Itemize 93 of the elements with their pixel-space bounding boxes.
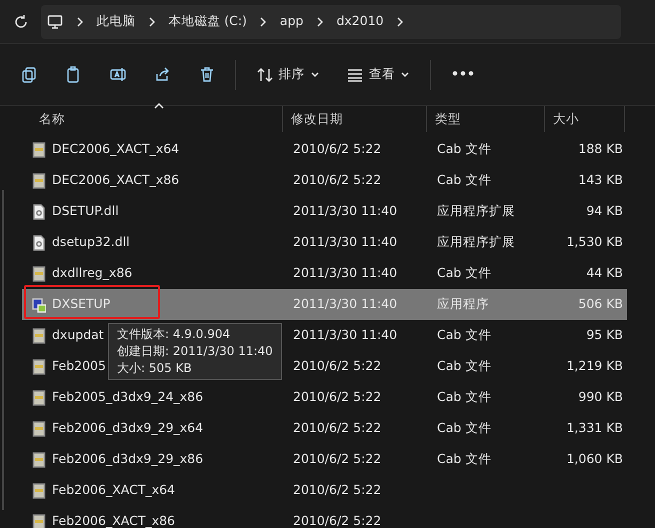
breadcrumb-item[interactable]: dx2010 [336,12,384,31]
modified-date: 2010/6/2 5:22 [292,450,382,468]
caret-icon [310,72,318,78]
file-type: Cab 文件 [436,326,492,344]
column-header[interactable]: 类型 [426,106,545,132]
chevron-icon [76,16,84,28]
file-type: Cab 文件 [436,171,492,190]
file-name[interactable]: dxupdat [52,326,104,345]
cab-file-icon [32,514,46,528]
cab-file-icon [32,482,46,498]
file-size: 94 KB [585,202,623,220]
cab-file-icon [32,390,46,406]
tooltip-line: 创建日期: 2011/3/30 11:40 [117,343,273,360]
chevron-icon [396,16,404,28]
file-type: 应用程序扩展 [436,202,516,220]
file-type: 应用程序扩展 [436,233,516,252]
view-button[interactable]: 查看 [339,61,417,88]
trash-icon [198,66,214,83]
file-name[interactable]: DEC2006_XACT_x86 [52,171,180,190]
file-name[interactable]: DEC2006_XACT_x64 [52,140,180,159]
sort-caret-icon [154,103,164,109]
file-size: 143 KB [577,171,623,190]
share-icon [154,66,170,83]
tooltip-line: 大小: 505 KB [117,360,193,377]
chevron-icon [259,16,268,28]
modified-date: 2010/6/2 5:22 [292,140,382,158]
file-size: 95 KB [585,326,623,344]
file-type: Cab 文件 [436,357,492,376]
cab-file-icon [32,358,46,374]
chevron-icon [148,16,156,28]
file-name[interactable]: Feb2006_XACT_x86 [52,512,176,528]
cab-file-icon [32,452,46,468]
file-size: 990 KB [577,388,623,406]
file-name[interactable]: dsetup32.dll [52,233,130,252]
file-name[interactable]: dxdllreg_x86 [52,264,132,283]
rename-icon [110,66,126,83]
modified-date: 2011/3/30 11:40 [292,202,398,220]
file-size: 1,530 KB [565,233,623,252]
file-name[interactable]: Feb2005_d3dx9_24_x86 [52,388,204,407]
modified-date: 2010/6/2 5:22 [292,357,382,376]
more-button[interactable]: ••• [443,61,483,88]
file-type: 应用程序 [436,295,490,314]
cab-file-icon [32,172,46,188]
modified-date: 2011/3/30 11:40 [292,233,398,252]
file-size: 188 KB [577,140,623,158]
refresh-icon[interactable] [12,14,28,30]
dll-file-icon [32,204,46,220]
modified-date: 2010/6/2 5:22 [292,419,382,438]
modified-date: 2010/6/2 5:22 [292,171,382,190]
column-header[interactable]: 大小 [544,106,625,132]
modified-date: 2011/3/30 11:40 [292,264,398,282]
modified-date: 2011/3/30 11:40 [292,295,398,314]
file-name[interactable]: Feb2006_d3dx9_29_x64 [52,419,204,438]
file-type: Cab 文件 [436,450,492,468]
lines-icon [347,68,363,82]
file-name[interactable]: DSETUP.dll [52,202,119,221]
file-type: Cab 文件 [436,264,492,282]
sort-icon [256,66,272,82]
file-size: 44 KB [585,264,623,282]
column-header[interactable]: 名称 [18,106,283,132]
modified-date: 2011/3/30 11:40 [292,326,398,344]
computer-icon [47,14,64,30]
file-size: 506 KB [577,295,623,314]
column-header[interactable]: 修改日期 [282,106,427,132]
cab-file-icon [32,266,46,282]
exe-file-icon [32,296,46,312]
file-name[interactable]: Feb2006_d3dx9_29_x86 [52,450,204,469]
caret-icon [401,72,409,78]
breadcrumb-item[interactable]: 此电脑 [96,12,136,31]
file-size: 1,060 KB [565,450,623,468]
chevron-icon [316,16,324,28]
cab-file-icon [32,328,46,344]
file-name[interactable]: DXSETUP [52,295,110,314]
dll-file-icon [32,234,46,250]
file-name[interactable]: Feb2005 [52,357,106,376]
modified-date: 2010/6/2 5:22 [292,481,382,500]
copy-icon [20,66,36,83]
file-type: Cab 文件 [436,140,492,158]
modified-date: 2010/6/2 5:22 [292,388,382,406]
cab-file-icon [32,142,46,158]
file-type: Cab 文件 [436,419,492,438]
file-name[interactable]: Feb2006_XACT_x64 [52,481,176,500]
modified-date: 2010/6/2 5:22 [292,512,382,528]
file-size: 1,219 KB [565,357,623,376]
tooltip-line: 文件版本: 4.9.0.904 [117,326,232,343]
clipboard-icon [65,66,81,83]
address-bar[interactable]: 此电脑 本地磁盘 (C:) app dx2010 [41,4,621,38]
sort-button[interactable]: 排序 [248,61,326,88]
breadcrumb-item[interactable]: 本地磁盘 (C:) [168,12,247,31]
file-size: 1,331 KB [565,419,623,438]
cab-file-icon [32,420,46,436]
breadcrumb-item[interactable]: app [280,12,304,31]
file-type: Cab 文件 [436,388,492,406]
